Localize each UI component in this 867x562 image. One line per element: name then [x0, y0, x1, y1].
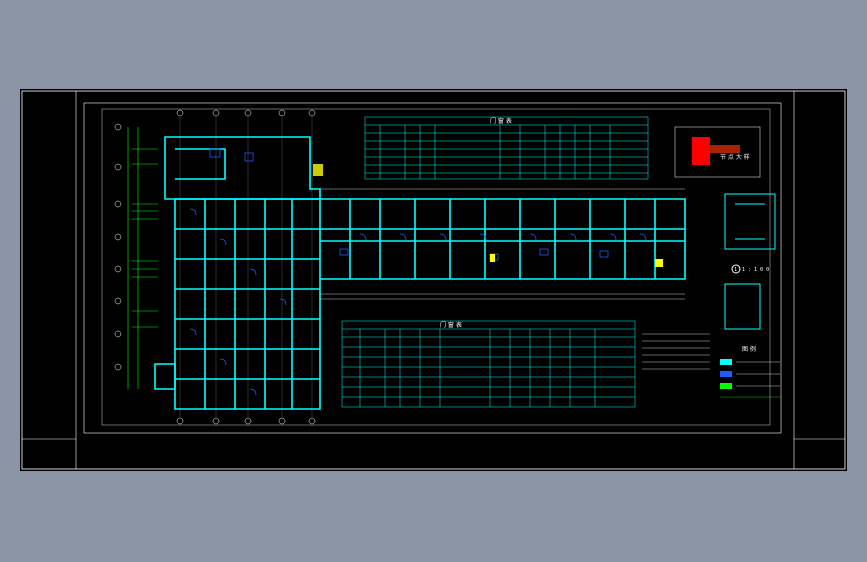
scale-note: 1 : 1 0 0	[742, 267, 769, 273]
design-notes	[642, 333, 710, 370]
axis-grid-bottom	[176, 417, 316, 425]
side-detail	[724, 193, 776, 330]
detail-title: 节 点 大 样	[720, 153, 750, 161]
dimension-lines-east	[320, 188, 685, 300]
legend-title: 图 例	[742, 345, 756, 353]
table-bottom-title: 门 窗 表	[440, 321, 462, 329]
detail-section: 节 点 大 样	[674, 126, 761, 178]
axis-grid-left	[114, 123, 122, 371]
table-top-title: 门 窗 表	[490, 117, 512, 125]
walls-left-wing	[154, 136, 321, 410]
dimension-lines-left	[127, 127, 158, 389]
doors-and-fixtures	[189, 148, 647, 396]
schedule-table-top	[364, 116, 649, 180]
highlight-marks	[313, 164, 663, 267]
schedule-table-bottom	[341, 320, 636, 408]
detail-marker: 1	[734, 267, 737, 273]
floor-plan-drawing[interactable]: 节 点 大 样 1 1 : 1 0 0 门 窗 表 门 窗 表 图 例	[20, 89, 847, 471]
walls-east-wing	[320, 198, 686, 280]
axis-grid-top	[176, 109, 316, 117]
drawing-sheet: 节 点 大 样 1 1 : 1 0 0 门 窗 表 门 窗 表 图 例	[20, 89, 847, 471]
inner-frame	[83, 102, 782, 434]
legend: 图 例	[720, 345, 780, 398]
